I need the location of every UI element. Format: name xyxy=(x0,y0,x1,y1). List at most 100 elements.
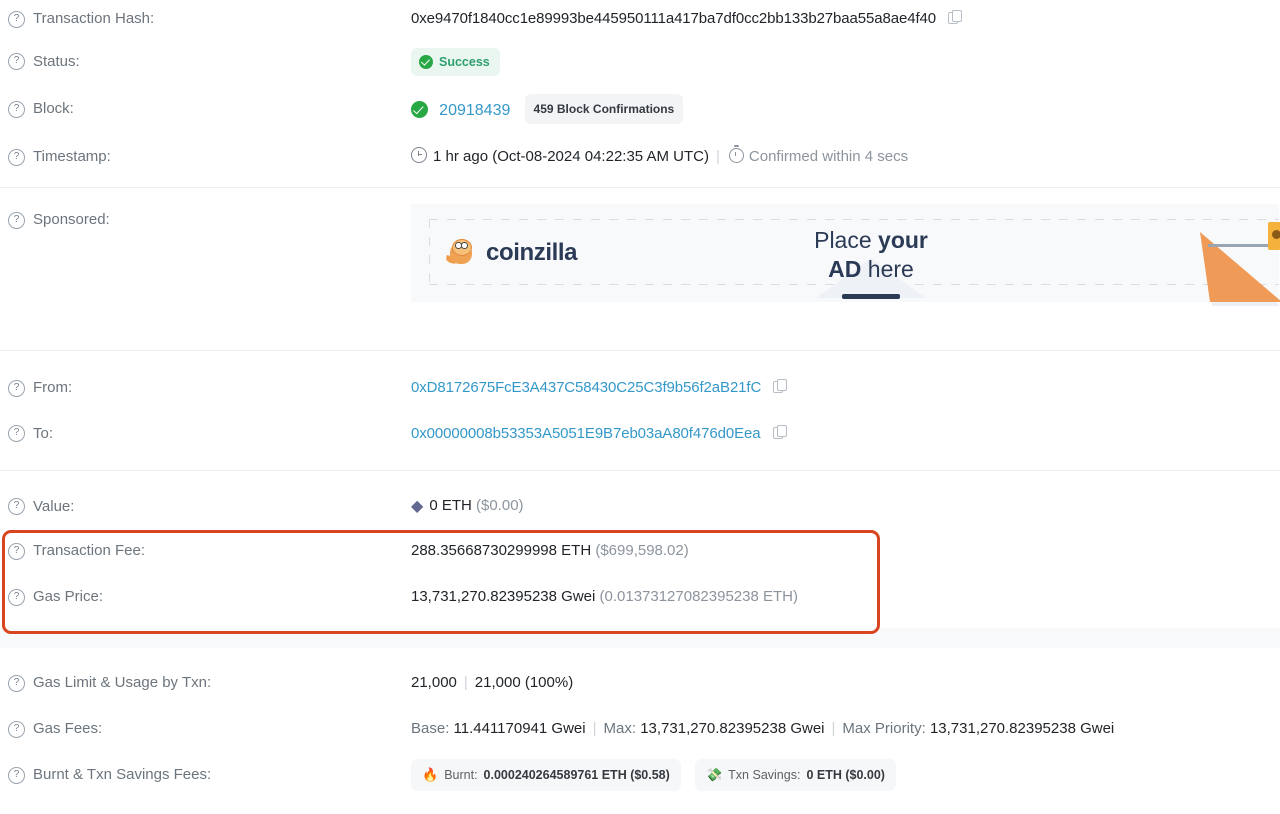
label-transaction-hash: ? Transaction Hash: xyxy=(8,9,411,29)
label-gas-limit: ? Gas Limit & Usage by Txn: xyxy=(8,673,411,693)
sponsored-ad-banner[interactable]: coinzilla Place your AD here xyxy=(411,204,1279,302)
help-icon[interactable]: ? xyxy=(8,588,25,606)
gas-fees-max-priority-value: 13,731,270.82395238 Gwei xyxy=(929,720,1115,737)
label-text: Burnt & Txn Savings Fees: xyxy=(33,766,212,783)
label-block: ? Block: xyxy=(8,99,411,119)
label-text: From: xyxy=(33,379,73,396)
label-text: Gas Price: xyxy=(33,588,104,605)
divider xyxy=(0,470,1280,471)
check-circle-icon xyxy=(419,54,433,69)
row-gas-limit: ? Gas Limit & Usage by Txn: 21,000 | 21,00… xyxy=(0,660,1280,706)
label-gas-fees: ? Gas Fees: xyxy=(8,719,411,739)
value-sponsored: coinzilla Place your AD here xyxy=(411,204,1280,302)
ad-dashed-border-left xyxy=(429,219,430,285)
gas-fees-max-priority-label: Max Priority: xyxy=(842,720,926,737)
label-text: Transaction Fee: xyxy=(33,542,145,559)
row-sponsored: ? Sponsored: coinzilla Place your AD her… xyxy=(0,188,1280,326)
label-status: ? Status: xyxy=(8,52,411,72)
copy-icon[interactable] xyxy=(948,10,963,25)
burnt-fee-badge: 🔥 Burnt: 0.000240264589761 ETH ($0.58) xyxy=(411,759,681,791)
label-text: To: xyxy=(33,424,54,442)
value-to: 0x00000008b53353A5051E9B7eb03aA80f476d0E… xyxy=(411,424,1280,444)
from-address-link[interactable]: 0xD8172675FcE3A437C58430C25C3f9b56f2aB21… xyxy=(411,379,761,396)
help-icon[interactable]: ? xyxy=(8,10,25,28)
ad-headline: Place your AD here xyxy=(776,226,966,299)
help-icon[interactable]: ? xyxy=(8,542,25,560)
value-timestamp: 1 hr ago (Oct-08-2024 04:22:35 AM UTC) | C… xyxy=(411,144,1280,167)
value-transaction-hash: 0xe9470f1840cc1e89993be445950111a417ba7d… xyxy=(411,9,1280,29)
separator: | xyxy=(831,720,836,737)
row-from: ? From: 0xD8172675FcE3A437C58430C25C3f9b… xyxy=(0,365,1280,411)
help-icon[interactable]: ? xyxy=(8,100,25,118)
separator: | xyxy=(592,720,597,737)
label-text: Timestamp: xyxy=(33,148,111,165)
label-to: ? To: xyxy=(8,424,411,444)
help-icon[interactable]: ? xyxy=(8,425,25,442)
burnt-label: Burnt: xyxy=(444,768,478,782)
to-address-link[interactable]: 0x00000008b53353A5051E9B7eb03aA80f476d0E… xyxy=(411,425,761,442)
divider xyxy=(0,350,1280,351)
ad-line2-light: here xyxy=(861,256,914,282)
row-gas-price: ? Gas Price: 13,731,270.82395238 Gwei (0… xyxy=(0,574,1280,620)
clock-icon xyxy=(411,147,427,163)
ad-badge-icon xyxy=(1268,222,1280,250)
block-confirmations-badge: 459 Block Confirmations xyxy=(524,94,684,124)
ad-triangle-graphic xyxy=(1200,232,1280,306)
check-circle-icon xyxy=(411,101,428,118)
flame-icon: 🔥 xyxy=(422,767,439,782)
help-icon[interactable]: ? xyxy=(8,766,25,784)
separator: | xyxy=(715,148,720,165)
help-icon[interactable]: ? xyxy=(8,211,25,229)
ad-dashed-border-top xyxy=(429,219,1279,220)
value-eth: 0 ETH xyxy=(429,497,472,514)
confirmed-text: Confirmed within 4 secs xyxy=(748,148,909,165)
label-text: Gas Limit & Usage by Txn: xyxy=(33,674,212,691)
block-number-link[interactable]: 20918439 xyxy=(439,102,510,119)
value-transaction-fee: 288.35668730299998 ETH ($699,598.02) xyxy=(411,541,1280,561)
txn-savings-value: 0 ETH ($0.00) xyxy=(806,768,885,782)
label-value: ? Value: xyxy=(8,497,411,517)
status-text: Success xyxy=(439,54,490,69)
help-icon[interactable]: ? xyxy=(8,498,25,515)
value-from: 0xD8172675FcE3A437C58430C25C3f9b56f2aB21… xyxy=(411,378,1280,398)
gas-fees-base-label: Base: xyxy=(411,720,450,737)
section-band xyxy=(0,628,1280,648)
gas-usage-value: 21,000 (100%) xyxy=(474,674,574,691)
value-amount: ◆ 0 ETH ($0.00) xyxy=(411,496,1280,517)
help-icon[interactable]: ? xyxy=(8,674,25,692)
ad-underline xyxy=(842,294,900,299)
txn-savings-badge: 💸 Txn Savings: 0 ETH ($0.00) xyxy=(694,759,896,791)
help-icon[interactable]: ? xyxy=(8,148,25,166)
timestamp-text: 1 hr ago (Oct-08-2024 04:22:35 AM UTC) xyxy=(433,148,709,165)
label-text: Block: xyxy=(33,100,74,117)
label-text: Transaction Hash: xyxy=(33,10,155,27)
row-transaction-fee: ? Transaction Fee: 288.35668730299998 ET… xyxy=(0,528,1280,574)
transaction-fee-eth: 288.35668730299998 ETH xyxy=(411,542,592,559)
label-transaction-fee: ? Transaction Fee: xyxy=(8,541,411,561)
ad-line1-bold: your xyxy=(878,227,928,253)
value-block: 20918439 459 Block Confirmations xyxy=(411,94,1280,124)
help-icon[interactable]: ? xyxy=(8,379,25,397)
label-text: Status: xyxy=(33,52,80,70)
label-sponsored: ? Sponsored: xyxy=(8,204,411,230)
value-burnt-savings: 🔥 Burnt: 0.000240264589761 ETH ($0.58) 💸… xyxy=(411,759,1280,791)
copy-icon[interactable] xyxy=(772,424,787,440)
value-status: Success xyxy=(411,47,1280,76)
value-gas-price: 13,731,270.82395238 Gwei (0.013731270823… xyxy=(411,587,1280,607)
gas-fees-max-label: Max: xyxy=(603,720,637,737)
coinzilla-wordmark: coinzilla xyxy=(486,239,578,266)
label-text: Gas Fees: xyxy=(33,720,103,737)
row-gas-fees: ? Gas Fees: Base: 11.441170941 Gwei | Max:… xyxy=(0,706,1280,752)
gas-price-eth: (0.01373127082395238 ETH) xyxy=(599,588,799,605)
coinzilla-logo: coinzilla xyxy=(445,238,578,268)
ad-line2-bold: AD xyxy=(828,256,862,282)
help-icon[interactable]: ? xyxy=(8,53,25,70)
help-icon[interactable]: ? xyxy=(8,720,25,738)
value-gas-limit: 21,000 | 21,000 (100%) xyxy=(411,673,1280,693)
value-usd: ($0.00) xyxy=(476,497,524,514)
gas-fees-base-value: 11.441170941 Gwei xyxy=(453,720,586,737)
txn-savings-label: Txn Savings: xyxy=(728,768,801,782)
copy-icon[interactable] xyxy=(773,379,788,394)
label-burnt-savings: ? Burnt & Txn Savings Fees: xyxy=(8,765,411,785)
row-block: ? Block: 20918439 459 Block Confirmation… xyxy=(0,85,1280,133)
